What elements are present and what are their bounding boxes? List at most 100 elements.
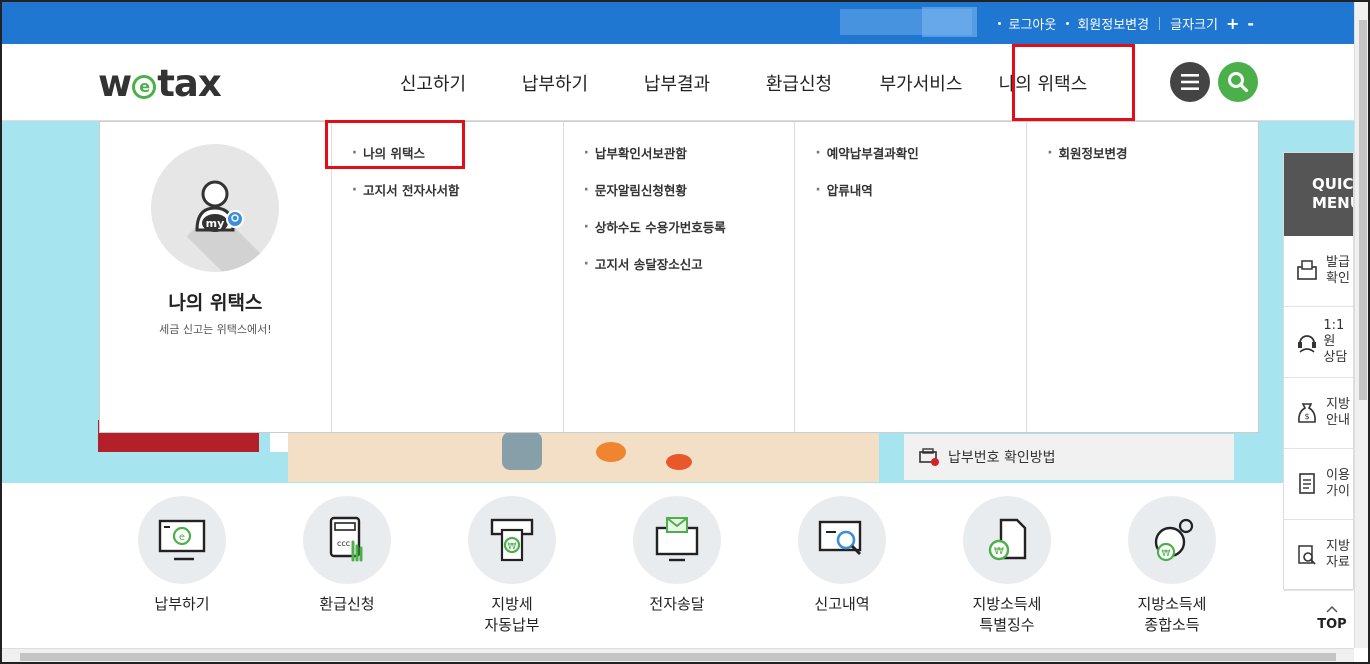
quick-item-label: 이용 가이 (1326, 468, 1350, 499)
nav-payment[interactable]: 납부하기 (494, 70, 616, 96)
service-label: 지방소득세 특별징수 (972, 595, 1042, 634)
data-search-icon (1296, 543, 1322, 567)
divider (1159, 17, 1161, 30)
income-tax-icon: ₩ (1128, 496, 1216, 584)
headset-icon (1296, 330, 1319, 354)
dropdown-column-3: 예약납부결과확인 압류내역 (795, 122, 1028, 432)
scroll-top-button[interactable]: TOP (1314, 602, 1350, 632)
horizontal-scrollbar[interactable] (2, 648, 1354, 662)
banner-illustration (288, 432, 879, 482)
service-label: 신고내역 (814, 595, 870, 613)
email-monitor-icon (633, 496, 721, 584)
service-auto-pay[interactable]: ₩ 지방세 자동납부 (452, 496, 572, 636)
service-label: 전자송달 (649, 595, 705, 613)
service-refund[interactable]: ccc 환급신청 (287, 496, 407, 636)
bullet-icon (1066, 22, 1070, 25)
service-shortcuts: e 납부하기 ccc 환급신청 ₩ 지방세 자동납부 전자송달 신고내역 ₩ 지… (122, 496, 1232, 636)
quick-item-label: 지방 안내 (1326, 397, 1350, 428)
service-label: 환급신청 (319, 595, 375, 613)
service-payment[interactable]: e 납부하기 (122, 496, 242, 636)
payment-number-guide-label: 납부번호 확인방법 (948, 450, 1056, 466)
browser-viewport: 로그아웃 회원정보변경 글자크기 + - w e tax 신고하기 납부하기 납부결… (0, 0, 1370, 664)
dropdown-subtitle: 세금 신고는 위택스에서! (159, 323, 272, 336)
service-label: 지방세 자동납부 (484, 595, 540, 634)
highlight-box-menu (325, 120, 465, 169)
logo-text-w: w (98, 62, 132, 105)
service-comprehensive-income[interactable]: ₩ 지방소득세 종합소득 (1112, 496, 1232, 636)
quick-item-label: 지방 자료 (1326, 539, 1350, 570)
crab-illustration (666, 454, 692, 470)
menu-sms-alert-status[interactable]: 문자알림신청현황 (584, 171, 795, 208)
menu-member-edit[interactable]: 회원정보변경 (1047, 134, 1258, 171)
illustration-child (502, 432, 542, 470)
guide-doc-icon (1296, 472, 1322, 496)
quick-item-user-guide[interactable]: 이용 가이 (1284, 449, 1353, 520)
scrollbar-thumb[interactable] (20, 653, 1336, 661)
search-button[interactable] (1218, 62, 1258, 102)
utility-links: 로그아웃 회원정보변경 글자크기 + - (988, 14, 1254, 33)
svg-text:₩: ₩ (994, 546, 1004, 557)
top-utility-bar: 로그아웃 회원정보변경 글자크기 + - (2, 2, 1354, 44)
svg-text:₩: ₩ (1162, 549, 1171, 559)
svg-text:my: my (206, 217, 225, 230)
quick-item-issue[interactable]: 발급 확인 (1284, 236, 1353, 307)
quick-item-label: 발급 확인 (1326, 255, 1350, 286)
dropdown-column-2: 납부확인서보관함 문자알림신청현황 상하수도 수용가번호등록 고지서 송달장소신… (564, 122, 796, 432)
scrollbar-thumb[interactable] (1359, 20, 1367, 400)
font-size-increase-button[interactable]: + (1226, 14, 1239, 33)
font-size-label: 글자크기 (1170, 18, 1218, 33)
search-icon (1228, 72, 1249, 93)
logout-link[interactable]: 로그아웃 (1009, 14, 1057, 33)
svg-text:ccc: ccc (337, 539, 350, 548)
menu-water-customer-register[interactable]: 상하수도 수용가번호등록 (584, 208, 795, 245)
service-e-delivery[interactable]: 전자송달 (617, 496, 737, 636)
main-navigation: 신고하기 납부하기 납부결과 환급신청 부가서비스 나의 위택스 (372, 44, 1104, 121)
dropdown-column-4: 회원정보변경 (1027, 122, 1258, 432)
menu-reserved-payment-result[interactable]: 예약납부결과확인 (815, 134, 1026, 171)
service-label: 납부하기 (154, 595, 210, 613)
member-edit-link[interactable]: 회원정보변경 (1077, 14, 1149, 33)
report-search-icon (798, 496, 886, 584)
nav-extra-services[interactable]: 부가서비스 (860, 70, 982, 96)
my-avatar-icon: my (151, 144, 280, 272)
quick-item-local-tax-guide[interactable]: $ 지방 안내 (1284, 378, 1353, 449)
nav-refund[interactable]: 환급신청 (738, 70, 860, 96)
highlight-box-nav (1012, 44, 1135, 121)
menu-seizure-history[interactable]: 압류내역 (815, 171, 1026, 208)
quick-item-local-tax-data[interactable]: 지방 자료 (1284, 520, 1353, 591)
bullet-icon (997, 22, 1001, 25)
menu-payment-certificate-box[interactable]: 납부확인서보관함 (584, 134, 795, 171)
svg-text:$: $ (1304, 412, 1309, 421)
font-size-decrease-button[interactable]: - (1247, 14, 1254, 33)
quick-menu-title: QUICK MENU (1284, 153, 1353, 236)
monitor-pay-icon: e (138, 496, 226, 584)
dropdown-title: 나의 위택스 (168, 292, 263, 314)
logo-e-circle: e (132, 75, 157, 99)
payment-number-guide-link[interactable]: 납부번호 확인방법 (904, 434, 1234, 480)
document-print-icon (1296, 259, 1322, 283)
chevron-up-icon (1326, 605, 1338, 613)
dropdown-intro: my 나의 위택스 세금 신고는 위택스에서! (100, 122, 332, 432)
wetax-logo[interactable]: w e tax (98, 62, 222, 105)
printer-alert-icon (918, 448, 940, 466)
vertical-scrollbar[interactable] (1354, 2, 1368, 648)
menu-delivery-address-report[interactable]: 고지서 송달장소신고 (584, 245, 795, 282)
hamburger-icon (1181, 74, 1199, 90)
logo-text-tax: tax (157, 62, 222, 105)
svg-text:e: e (179, 532, 185, 543)
menu-e-mailbox[interactable]: 고지서 전자사서함 (352, 171, 563, 208)
redacted-user-name-overlay (922, 7, 977, 37)
quick-item-consult[interactable]: 1:1원 상담 (1284, 307, 1353, 378)
top-label: TOP (1317, 617, 1347, 632)
svg-text:₩: ₩ (508, 542, 517, 552)
service-label: 지방소득세 종합소득 (1137, 595, 1207, 634)
site-header: w e tax 신고하기 납부하기 납부결과 환급신청 부가서비스 나의 위택스 (2, 44, 1354, 121)
nav-report[interactable]: 신고하기 (372, 70, 494, 96)
service-report-history[interactable]: 신고내역 (782, 496, 902, 636)
all-menu-button[interactable] (1170, 62, 1210, 102)
quick-menu: QUICK MENU 발급 확인 1:1원 상담 $ 지방 안내 이용 가이 지… (1283, 152, 1354, 591)
quick-item-label: 1:1원 상담 (1323, 318, 1348, 365)
nav-payment-result[interactable]: 납부결과 (616, 70, 738, 96)
service-special-withholding[interactable]: ₩ 지방소득세 특별징수 (947, 496, 1067, 636)
money-bag-icon: $ (1296, 401, 1322, 425)
